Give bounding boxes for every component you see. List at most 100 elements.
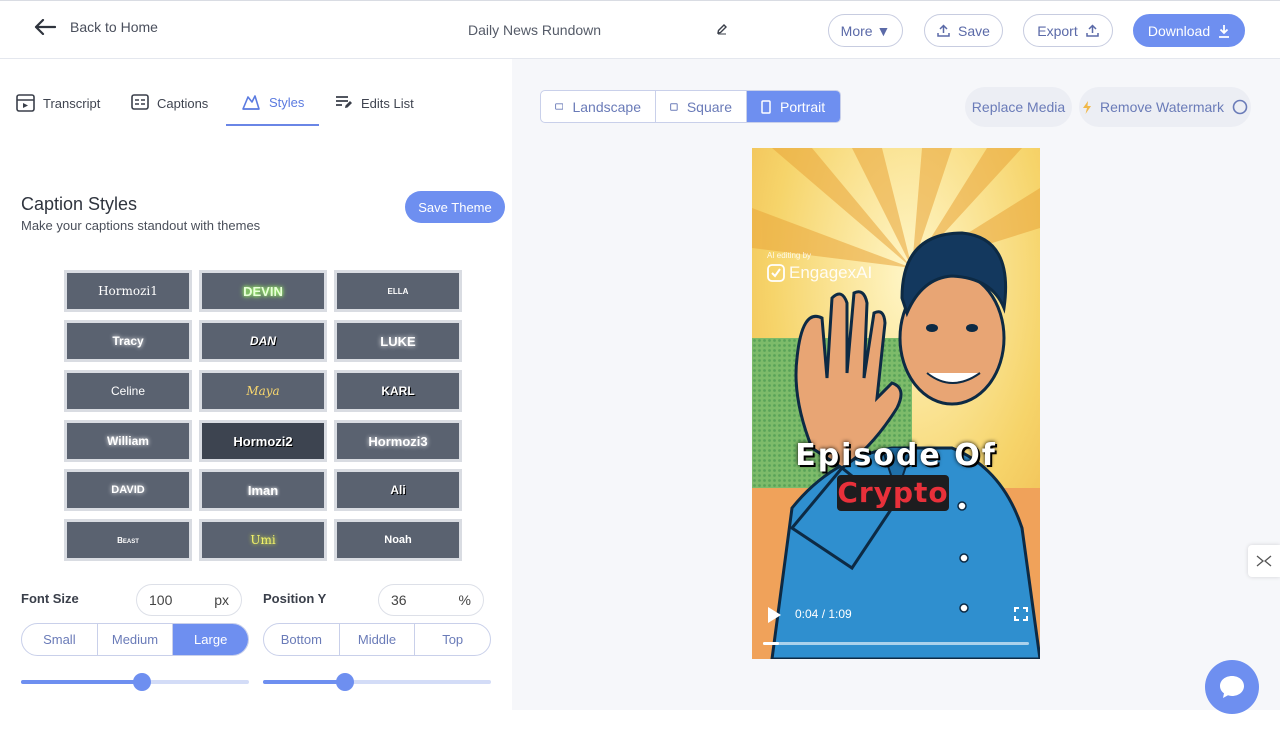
fullscreen-icon[interactable] [1014,607,1028,621]
position-y-label: Position Y [263,591,327,606]
position-bottom-option[interactable]: Bottom [264,624,340,655]
tab-edits-list[interactable]: Edits List [335,94,414,126]
theme-beast[interactable]: Beast [64,519,192,561]
more-label: More ▼ [840,22,891,39]
tab-styles-label: Styles [269,95,305,110]
save-label: Save [958,22,990,39]
tab-transcript[interactable]: Transcript [16,94,100,126]
theme-devin[interactable]: DEVIN [199,270,327,312]
remove-watermark-button[interactable]: Remove Watermark [1079,87,1251,127]
edits-list-icon [336,96,352,108]
position-y-value: 36 [391,592,407,608]
theme-umi[interactable]: Umi [199,519,327,561]
landscape-label: Landscape [572,98,641,115]
theme-tracy[interactable]: Tracy [64,320,192,362]
position-y-slider-thumb[interactable] [336,673,355,691]
collapse-icon [1256,555,1272,567]
font-size-large-option[interactable]: Large [173,624,248,655]
tab-styles[interactable]: Styles [226,94,319,126]
font-size-small-option[interactable]: Small [22,624,98,655]
font-size-presets: Small Medium Large [21,623,249,656]
play-icon[interactable] [766,606,782,624]
font-size-input[interactable]: 100 px [136,584,242,616]
font-size-slider-fill [21,680,142,684]
video-progress-bar[interactable] [763,642,1029,645]
position-y-input[interactable]: 36 % [378,584,484,616]
caption-line-1: Episode Of [795,438,997,473]
font-size-slider[interactable] [21,673,249,691]
caption-styles-subtitle: Make your captions standout with themes [21,218,261,233]
theme-ali[interactable]: Ali [334,469,462,511]
watermark-brand-label: EngagexAI [789,263,873,282]
theme-luke[interactable]: LUKE [334,320,462,362]
orientation-portrait-option[interactable]: Portrait [747,91,840,122]
orientation-square-option[interactable]: Square [656,91,747,122]
theme-david[interactable]: DAVID [64,469,192,511]
video-illustration [752,148,1040,659]
export-button[interactable]: Export [1023,14,1113,47]
replace-media-label: Replace Media [971,99,1066,115]
orientation-selector: Landscape Square Portrait [540,90,841,123]
save-theme-button[interactable]: Save Theme [405,191,505,223]
portrait-label: Portrait [780,98,826,115]
theme-hormozi1[interactable]: Hormozi1 [64,270,192,312]
theme-noah[interactable]: Noah [334,519,462,561]
theme-maya[interactable]: Maya [199,370,327,412]
position-top-option[interactable]: Top [415,624,490,655]
styles-icon [242,95,260,110]
download-label: Download [1147,22,1211,39]
theme-hormozi2[interactable]: Hormozi2 [199,420,327,462]
font-size-slider-thumb[interactable] [132,673,151,691]
chat-button[interactable] [1205,660,1259,714]
portrait-icon [761,99,771,114]
watermark-caption: AI editing by [767,251,812,260]
font-size-medium-option[interactable]: Medium [98,624,174,655]
brand-check-icon [767,264,785,282]
position-y-unit: % [458,592,471,608]
side-panel-toggle[interactable] [1248,545,1280,577]
orientation-landscape-option[interactable]: Landscape [541,91,656,122]
save-button[interactable]: Save [924,14,1003,47]
position-y-slider[interactable] [263,673,491,691]
back-to-home-link[interactable]: Back to Home [34,19,158,35]
tab-edits-list-label: Edits List [361,96,414,111]
replace-media-button[interactable]: Replace Media [965,87,1072,127]
download-button[interactable]: Download [1133,14,1245,47]
position-middle-option[interactable]: Middle [340,624,416,655]
theme-celine[interactable]: Celine [64,370,192,412]
tab-transcript-label: Transcript [43,96,101,111]
video-preview[interactable]: AI editing by EngagexAI Episode Of Crypt… [752,148,1040,659]
watermark-brand: EngagexAI [767,263,872,283]
theme-william[interactable]: William [64,420,192,462]
toggle-circle-icon[interactable] [1232,99,1248,115]
back-label: Back to Home [70,19,158,35]
more-button[interactable]: More ▼ [828,14,903,47]
tab-captions[interactable]: Captions [131,94,208,126]
tab-captions-label: Captions [157,96,209,111]
theme-iman[interactable]: Iman [199,469,327,511]
theme-ella[interactable]: ELLA [334,270,462,312]
remove-watermark-label: Remove Watermark [1100,99,1224,115]
lightning-icon [1083,100,1092,114]
export-label: Export [1037,22,1078,39]
landscape-icon [555,103,564,110]
position-y-presets: Bottom Middle Top [263,623,491,656]
square-icon [670,102,678,111]
edit-title-icon[interactable] [716,22,728,40]
video-progress-fill [763,642,779,645]
theme-karl[interactable]: KARL [334,370,462,412]
caption-line-2: Crypto [837,475,949,511]
arrow-left-icon [34,19,56,35]
download-icon [1219,24,1230,38]
upload-icon [937,24,950,37]
chat-bubble-icon [1220,676,1244,698]
theme-hormozi3[interactable]: Hormozi3 [334,420,462,462]
caption-styles-title: Caption Styles [21,194,138,214]
document-title: Daily News Rundown [468,22,602,38]
theme-dan[interactable]: DAN [199,320,327,362]
video-time: 0:04 / 1:09 [795,607,852,621]
font-size-label: Font Size [21,591,79,606]
font-size-value: 100 [149,592,173,608]
transcript-icon [16,94,35,112]
top-bar: Back to Home Daily News Rundown More ▼ S… [0,0,1280,59]
